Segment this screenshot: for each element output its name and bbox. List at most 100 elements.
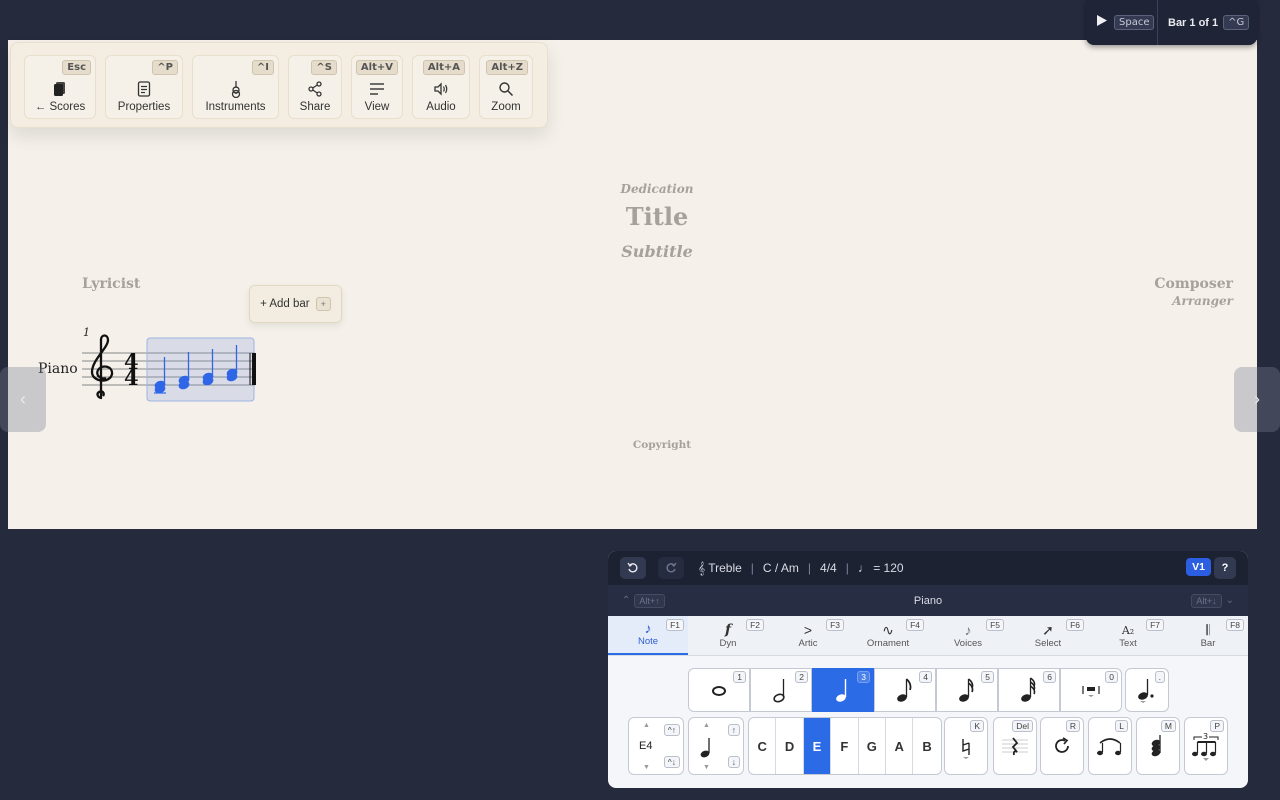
zoom-button[interactable]: Alt+Z Zoom (479, 55, 533, 119)
tab-select[interactable]: F6 ➚ Select (1008, 616, 1088, 655)
shortcut-badge: R (1065, 720, 1080, 732)
play-icon (1096, 14, 1108, 32)
title-text[interactable]: Title (557, 202, 757, 231)
treble-clef-icon (90, 334, 114, 400)
shortcut-badge: F7 (1146, 619, 1164, 631)
add-bar-button[interactable]: + Add bar + (249, 285, 342, 323)
tab-ornament[interactable]: F4 ∿ Ornament (848, 616, 928, 655)
help-button[interactable]: ? (1214, 557, 1236, 579)
pitch-d-button[interactable]: D (776, 718, 804, 774)
key-signature-selector[interactable]: C / Am (763, 561, 799, 575)
tab-articulation[interactable]: F3 > Artic (768, 616, 848, 655)
measure-rest-icon (1082, 686, 1100, 697)
audio-button[interactable]: Alt+A Audio (412, 55, 470, 119)
arrow-down-icon: ▼ (703, 764, 710, 771)
pitch-b-button[interactable]: B (913, 718, 940, 774)
chevron-down-icon: ⌄ (1225, 595, 1234, 606)
scores-button[interactable]: Esc ← Scores (24, 55, 96, 119)
palette-header: 𝄞 Treble | C / Am | 4/4 | ♩ = 120 V1 ? (608, 551, 1248, 585)
whole-note-button[interactable]: 1 (688, 668, 750, 712)
bar-navigator[interactable]: Bar 1 of 1 ^G (1158, 15, 1250, 30)
thirty-second-note-button[interactable]: 6 (998, 668, 1060, 712)
quarter-note-button[interactable]: 3 (812, 668, 874, 712)
instruments-button[interactable]: ^I Instruments (192, 55, 279, 119)
shortcut-badge: F3 (826, 619, 844, 631)
shortcut-badge: ↓ (727, 756, 740, 768)
pitch-e-button[interactable]: E (803, 718, 832, 774)
add-bar-label: + Add bar (260, 298, 310, 310)
pitch-a-button[interactable]: A (886, 718, 914, 774)
copyright-text[interactable]: Copyright (580, 439, 744, 451)
composer-text[interactable]: Composer (1080, 276, 1233, 292)
tab-bar[interactable]: F8 𝄃 Bar (1168, 616, 1248, 655)
note-value-stepper[interactable]: ▲ ▼ ↑ ↓ (688, 717, 744, 775)
tie-button[interactable]: L (1088, 717, 1132, 775)
half-note-button[interactable]: 2 (750, 668, 812, 712)
staff[interactable]: 4 4 (80, 330, 270, 410)
dot-button[interactable]: . (1125, 668, 1169, 712)
view-button[interactable]: Alt+V View (351, 55, 403, 119)
bar-position-label: Bar 1 of 1 (1168, 16, 1219, 29)
repeat-button[interactable]: R (1040, 717, 1084, 775)
eighth-note-button[interactable]: 4 (874, 668, 936, 712)
share-button[interactable]: ^S Share (288, 55, 342, 119)
next-instrument-button[interactable]: Alt+↓ ⌄ (1191, 593, 1234, 608)
playback-panel: Space Bar 1 of 1 ^G (1086, 0, 1257, 45)
forte-icon: f (724, 622, 732, 638)
lyricist-text[interactable]: Lyricist (82, 276, 140, 292)
tempo-selector[interactable]: ♩ = 120 (858, 561, 904, 575)
tab-note[interactable]: F1 ♪ Note (608, 616, 688, 655)
share-button-label: Share (299, 101, 331, 113)
octave-selector[interactable]: ▲ ▼ E4 ^↑ ^↓ (628, 717, 684, 775)
rest-button[interactable]: Del (993, 717, 1037, 775)
share-icon (306, 80, 324, 98)
undo-button[interactable] (620, 557, 646, 579)
shortcut-badge: 4 (919, 671, 932, 683)
tab-text[interactable]: F7 A₂ Text (1088, 616, 1168, 655)
tuplet-icon: 3 (1192, 732, 1219, 761)
chord-button[interactable]: M (1136, 717, 1180, 775)
shortcut-badge: 0 (1105, 671, 1118, 683)
measure-rest-button[interactable]: 0 (1060, 668, 1122, 712)
previous-page-button[interactable]: ‹ (0, 367, 46, 432)
play-shortcut-badge: Space (1114, 15, 1155, 30)
barline-icon: 𝄃 (1206, 621, 1210, 638)
sixteenth-note-icon (959, 678, 974, 702)
natural-button[interactable]: K (944, 717, 988, 775)
tab-voices[interactable]: F5 ♪ Voices (928, 616, 1008, 655)
duration-selector: 1 2 3 4 5 6 0 (688, 668, 1122, 712)
pitch-selector: C D E F G A B (748, 717, 942, 775)
shortcut-badge: F5 (986, 619, 1004, 631)
redo-button[interactable] (658, 557, 684, 579)
time-signature-selector[interactable]: 4/4 (820, 561, 837, 575)
audio-button-label: Audio (426, 101, 456, 113)
add-bar-shortcut: + (315, 297, 331, 311)
shortcut-badge: L (1115, 720, 1128, 732)
note-input-palette: 𝄞 Treble | C / Am | 4/4 | ♩ = 120 V1 ? ⌃… (608, 551, 1248, 788)
tuplet-button[interactable]: P 3 (1184, 717, 1228, 775)
properties-button[interactable]: ^P Properties (105, 55, 183, 119)
previous-instrument-button[interactable]: ⌃ Alt+↑ (622, 593, 665, 608)
shortcut-badge: Esc (62, 60, 91, 75)
next-page-button[interactable]: › (1234, 367, 1280, 432)
shortcut-badge: F6 (1066, 619, 1084, 631)
tab-dynamics[interactable]: F2 f Dyn (688, 616, 768, 655)
svg-text:3: 3 (1203, 732, 1208, 741)
dedication-text[interactable]: Dedication (557, 182, 757, 196)
zoom-button-label: Zoom (491, 101, 521, 113)
subtitle-text[interactable]: Subtitle (557, 242, 757, 261)
voice-badge[interactable]: V1 (1186, 558, 1211, 576)
cursor-icon: ➚ (1042, 621, 1054, 638)
tab-label: Select (1034, 638, 1062, 649)
arranger-text[interactable]: Arranger (1080, 294, 1233, 308)
shortcut-badge: Del (1012, 720, 1033, 732)
pitch-c-button[interactable]: C (749, 718, 777, 774)
tie-icon (1097, 738, 1122, 756)
play-button[interactable]: Space (1086, 0, 1158, 45)
shortcut-badge: Alt+↓ (1191, 593, 1222, 608)
tab-label: Text (1119, 638, 1137, 649)
sixteenth-note-button[interactable]: 5 (936, 668, 998, 712)
pitch-g-button[interactable]: G (859, 718, 886, 774)
pitch-f-button[interactable]: F (831, 718, 859, 774)
clef-selector[interactable]: 𝄞 Treble (698, 561, 742, 576)
